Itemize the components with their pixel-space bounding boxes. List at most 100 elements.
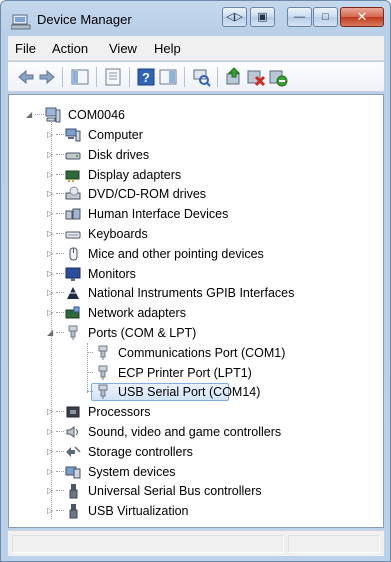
help-icon[interactable]: ? — [136, 67, 156, 87]
tree-category-row[interactable]: ▷ System devices — [9, 462, 383, 481]
tree-root[interactable]: ◢ COM0046 — [9, 105, 383, 124]
tree-category-label: Computer — [88, 128, 143, 142]
tree-category-row[interactable]: ▷ Disk drives — [9, 145, 383, 164]
tree-device-row[interactable]: Communications Port (COM1) — [9, 343, 383, 362]
tree-category-row[interactable]: ▷ Keyboards — [9, 224, 383, 243]
expand-arrow-icon[interactable]: ▷ — [47, 269, 55, 278]
tree-category-label: Storage controllers — [88, 444, 193, 459]
tree-category-label: System devices — [88, 464, 176, 479]
port-icon — [98, 345, 108, 360]
tree-category-row[interactable]: ▷ Universal Serial Bus controllers — [9, 481, 383, 500]
tree-category-label: Keyboards — [88, 227, 148, 241]
maximize-button[interactable]: □ — [313, 7, 338, 27]
port-icon — [98, 365, 108, 380]
expand-arrow-icon[interactable]: ▷ — [47, 427, 55, 436]
tree-connector — [35, 114, 44, 115]
tree-category-row[interactable]: ▷ DVD/CD-ROM drives — [9, 184, 383, 203]
tree-category-row[interactable]: ▷ Processors — [9, 402, 383, 421]
tree-connector — [87, 371, 93, 373]
port-icon — [98, 384, 108, 400]
tile-button[interactable]: ▣ — [250, 7, 275, 27]
action-pane-icon[interactable] — [158, 67, 178, 87]
close-glyph: ✕ — [356, 9, 368, 24]
toolbar-separator — [217, 67, 218, 87]
toolbar: ? — [8, 62, 384, 92]
tree-category-row[interactable]: ▷ Computer — [9, 125, 383, 144]
network-adapter-icon — [65, 306, 80, 319]
update-driver-icon[interactable] — [224, 67, 244, 87]
tree-category-label: Ports (COM & LPT) — [88, 326, 197, 340]
tree-connector — [56, 272, 64, 274]
expand-arrow-icon[interactable]: ▷ — [47, 209, 55, 218]
tree-connector — [56, 153, 64, 155]
tree-category-row[interactable]: ▷ USB Virtualization — [9, 501, 383, 520]
tree-category-row[interactable]: ◢ Ports (COM & LPT) — [9, 323, 383, 342]
tree-connector — [87, 391, 93, 393]
tree-category-row[interactable]: ▷ Human Interface Devices — [9, 204, 383, 223]
tree-category-row[interactable]: ▷ Network adapters — [9, 303, 383, 322]
properties-icon[interactable] — [103, 67, 123, 87]
expand-arrow-icon[interactable]: ▷ — [47, 249, 55, 258]
port-icon — [68, 325, 78, 340]
show-hide-tree-icon[interactable] — [70, 67, 90, 87]
collapse-arrow-icon[interactable]: ◢ — [26, 110, 34, 119]
tree-category-row[interactable]: ▷ Mice and other pointing devices — [9, 244, 383, 263]
title-bar[interactable]: Device Manager ◁▷ ▣ — □ ✕ — [1, 1, 390, 35]
expand-arrow-icon[interactable]: ▷ — [47, 288, 55, 297]
hid-icon — [65, 208, 81, 220]
tree-device-row[interactable]: ECP Printer Port (LPT1) — [9, 363, 383, 382]
tree-device-label: Communications Port (COM1) — [118, 345, 286, 360]
tree-connector — [56, 233, 64, 234]
monitor-icon — [65, 267, 81, 281]
expand-arrow-icon[interactable]: ▷ — [47, 130, 55, 139]
tree-category-row[interactable]: ▷ National Instruments GPIB Interfaces — [9, 283, 383, 302]
uninstall-device-icon[interactable] — [268, 67, 288, 87]
expand-arrow-icon[interactable]: ▷ — [47, 150, 55, 159]
expand-arrow-icon[interactable]: ▷ — [47, 486, 55, 495]
computer-icon — [65, 128, 81, 142]
snap-left-button[interactable]: ◁▷ — [222, 7, 247, 27]
menu-help[interactable]: Help — [154, 41, 181, 56]
collapse-arrow-icon[interactable]: ◢ — [47, 328, 55, 337]
expand-arrow-icon[interactable]: ▷ — [47, 407, 55, 416]
expand-arrow-icon[interactable]: ▷ — [47, 170, 55, 179]
tree-category-label: National Instruments GPIB Interfaces — [88, 286, 295, 301]
menu-view[interactable]: View — [109, 41, 137, 56]
tree-category-label: DVD/CD-ROM drives — [88, 187, 207, 202]
tree-connector — [87, 351, 93, 353]
expand-arrow-icon[interactable]: ▷ — [47, 506, 55, 515]
expand-arrow-icon[interactable]: ▷ — [47, 447, 55, 456]
tree-device-label: USB Serial Port (COM14) — [118, 385, 261, 400]
back-arrow-icon[interactable] — [16, 67, 36, 87]
device-manager-app-icon — [11, 14, 31, 30]
tree-category-row[interactable]: ▷ Monitors — [9, 264, 383, 283]
tree-category-label: Network adapters — [88, 306, 186, 321]
expand-arrow-icon[interactable]: ▷ — [47, 308, 55, 317]
dvd-drive-icon — [65, 186, 81, 200]
tree-category-label: Display adapters — [88, 167, 182, 182]
close-button[interactable]: ✕ — [340, 7, 384, 27]
tree-device-row[interactable]: USB Serial Port (COM14) — [9, 382, 383, 402]
toolbar-separator — [129, 67, 130, 87]
minimize-button[interactable]: — — [287, 7, 312, 27]
tree-connector — [56, 312, 64, 314]
device-tree[interactable]: ◢ COM0046 ▷ Computer ▷ Disk drives ▷ Display … — [8, 94, 384, 528]
svg-text:?: ? — [142, 70, 150, 85]
tree-category-row[interactable]: ▷ Display adapters — [9, 165, 383, 184]
expand-arrow-icon[interactable]: ▷ — [47, 229, 55, 238]
tree-category-row[interactable]: ▷ Storage controllers — [9, 442, 383, 461]
disable-device-icon[interactable] — [246, 67, 266, 87]
tree-connector — [56, 252, 64, 254]
scan-hardware-icon[interactable] — [191, 67, 211, 87]
forward-arrow-icon[interactable] — [37, 67, 57, 87]
window-title: Device Manager — [37, 12, 132, 27]
menu-action[interactable]: Action — [52, 41, 88, 56]
tree-connector — [56, 213, 64, 215]
tree-connector — [56, 431, 64, 432]
menu-file[interactable]: File — [15, 41, 36, 56]
expand-arrow-icon[interactable]: ▷ — [47, 189, 55, 198]
tree-category-row[interactable]: ▷ Sound, video and game controllers — [9, 422, 383, 441]
tree-connector — [56, 332, 64, 333]
keyboard-icon — [65, 231, 81, 239]
expand-arrow-icon[interactable]: ▷ — [47, 467, 55, 476]
